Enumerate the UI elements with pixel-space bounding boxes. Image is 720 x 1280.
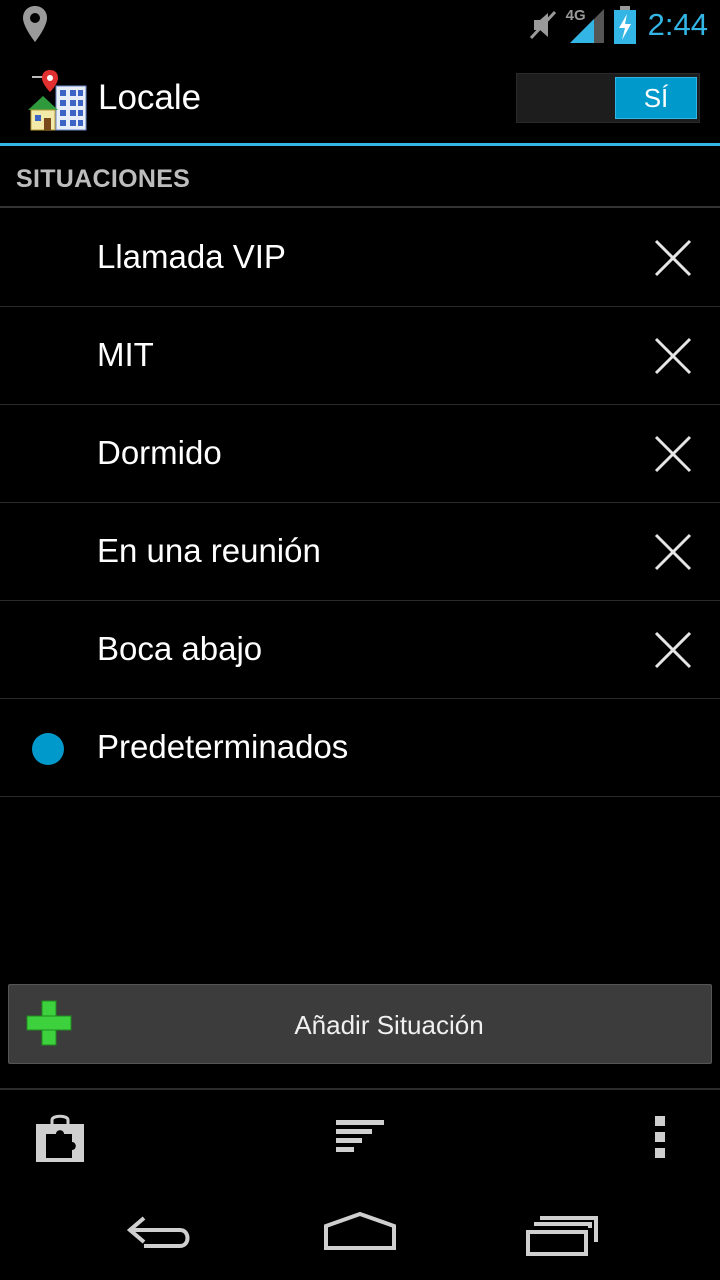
plugin-store-icon[interactable] [36,1112,84,1162]
situation-label: Boca abajo [97,630,263,667]
situation-label: En una reunión [97,532,321,569]
section-title: SITUACIONES [16,165,191,193]
list-item[interactable]: En una reunión [0,503,720,601]
close-icon[interactable] [652,531,694,573]
back-icon[interactable] [124,1210,196,1254]
situation-list: Llamada VIP MIT Dormido En una reunión B… [0,209,720,797]
list-item[interactable]: Dormido [0,405,720,503]
situation-label: Dormido [97,434,222,471]
toggle-on-label: SÍ [615,77,697,119]
signal-icon [569,9,604,43]
status-bar: 4G 2:44 [0,0,720,50]
list-item[interactable]: Llamada VIP [0,209,720,307]
situation-label: Llamada VIP [97,238,286,275]
app-title: Locale [98,78,202,117]
bottom-action-bar [0,1090,720,1186]
section-header: SITUACIONES [0,146,720,208]
mute-icon [529,10,556,40]
list-item[interactable]: MIT [0,307,720,405]
situation-label: MIT [97,336,154,373]
add-situation-label: Añadir Situación [294,1010,484,1040]
close-icon[interactable] [652,237,694,279]
sort-icon[interactable] [336,1120,384,1152]
situation-label: Predeterminados [97,728,349,765]
recents-icon[interactable] [526,1216,598,1256]
app-logo-icon[interactable] [26,68,90,132]
home-icon[interactable] [322,1210,398,1254]
active-indicator-dot [32,733,64,765]
enable-toggle[interactable]: SÍ [516,73,700,123]
battery-charging-icon [613,6,636,44]
close-icon[interactable] [652,629,694,671]
action-bar: Locale SÍ [0,50,720,144]
list-item[interactable]: Predeterminados [0,699,720,797]
list-item[interactable]: Boca abajo [0,601,720,699]
navigation-bar [0,1186,720,1280]
close-icon[interactable] [652,335,694,377]
location-icon [23,6,47,42]
close-icon[interactable] [652,433,694,475]
overflow-menu-icon[interactable] [654,1116,666,1158]
add-situation-button[interactable]: Añadir Situación [8,984,712,1064]
clock: 2:44 [647,7,708,42]
